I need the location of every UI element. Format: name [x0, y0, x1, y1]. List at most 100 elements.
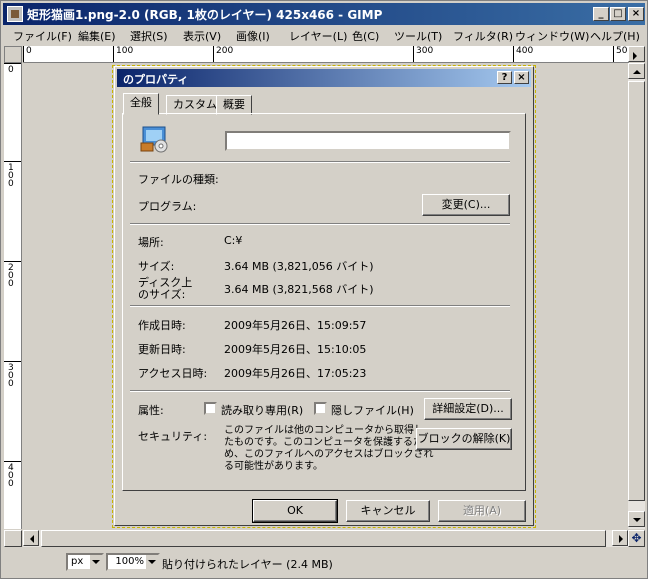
advanced-button[interactable]: 詳細設定(D)... — [424, 398, 512, 420]
help-button[interactable]: ? — [497, 71, 512, 84]
scroll-right-button[interactable] — [612, 530, 628, 546]
ruler-major-tick — [613, 46, 614, 62]
ruler-label: 0 — [8, 65, 14, 75]
scroll-down-button[interactable] — [628, 511, 645, 527]
accessed-value: 2009年5月26日、17:05:23 — [224, 367, 367, 380]
readonly-checkbox[interactable] — [204, 402, 217, 415]
security-text: このファイルは他のコンピュータから取得し たものです。このコンピュータを保護する… — [224, 425, 434, 473]
location-label: 場所: — [138, 236, 164, 249]
navigate-icon[interactable]: ✥ — [628, 530, 645, 547]
ruler-label: 50 — [616, 46, 628, 56]
menu-arrow-icon — [633, 52, 641, 60]
gimp-window: 矩形猫画1.png-2.0 (RGB, 1枚のレイヤー) 425x466 - G… — [0, 0, 648, 579]
ruler-major-tick — [4, 161, 21, 162]
separator — [130, 305, 510, 307]
ruler-major-tick — [4, 63, 21, 64]
tab-general[interactable]: 全般 — [123, 93, 159, 115]
file-type-label: ファイルの種類: — [138, 173, 219, 186]
vertical-scroll-thumb[interactable] — [628, 81, 645, 501]
hidden-label[interactable]: 隠しファイル(H) — [331, 402, 414, 418]
status-message: 貼り付けられたレイヤー (2.4 MB) — [162, 558, 333, 571]
menu-filters[interactable]: フィルタ(R) — [453, 28, 513, 44]
zoom-value: 100% — [115, 556, 144, 567]
created-value: 2009年5月26日、15:09:57 — [224, 319, 367, 332]
chevron-down-icon — [146, 555, 158, 569]
location-value: C:¥ — [224, 234, 243, 247]
change-button[interactable]: 変更(C)... — [422, 194, 510, 216]
menu-edit[interactable]: 編集(E) — [78, 28, 116, 44]
security-text-line: たものです。このコンピュータを保護するた — [224, 437, 423, 448]
menu-select[interactable]: 選択(S) — [130, 28, 168, 44]
properties-dialog: のプロパティ ? × 全般 カスタム 概要 ファイルの種類: プログラム: 変更… — [114, 66, 534, 526]
readonly-label[interactable]: 読み取り専用(R) — [221, 402, 303, 418]
menu-colors[interactable]: 色(C) — [352, 28, 379, 44]
menu-file[interactable]: ファイル(F) — [13, 28, 72, 44]
menu-image[interactable]: 画像(I) — [236, 28, 270, 44]
horizontal-scrollbar[interactable] — [23, 530, 628, 547]
vertical-ruler[interactable]: 0 100 200 300 400 — [4, 63, 22, 529]
scroll-left-button[interactable] — [23, 530, 39, 546]
ruler-label: 200 — [216, 46, 234, 56]
security-label: セキュリティ: — [138, 430, 208, 443]
menu-windows[interactable]: ウィンドウ(W) — [515, 28, 589, 44]
separator — [130, 390, 510, 392]
ruler-major-tick — [4, 261, 21, 262]
unit-select[interactable]: px — [66, 553, 104, 571]
maximize-button[interactable]: □ — [610, 7, 626, 21]
dialog-title-bar[interactable]: のプロパティ ? × — [117, 69, 531, 87]
ruler-major-tick — [4, 461, 21, 462]
disk-size-label-line2: のサイズ: — [138, 288, 186, 301]
zoom-select[interactable]: 100% — [106, 553, 160, 571]
ruler-major-tick — [213, 46, 214, 62]
scroll-up-button[interactable] — [628, 63, 645, 79]
title-bar[interactable]: 矩形猫画1.png-2.0 (RGB, 1枚のレイヤー) 425x466 - G… — [3, 3, 645, 25]
ruler-label: 200 — [8, 263, 14, 289]
minimize-button[interactable]: _ — [593, 7, 609, 21]
hidden-checkbox[interactable] — [314, 402, 327, 415]
modified-label: 更新日時: — [138, 343, 186, 356]
cancel-button[interactable]: キャンセル — [346, 500, 430, 522]
status-bar: px 100% 貼り付けられたレイヤー (2.4 MB) — [4, 550, 645, 576]
menu-help[interactable]: ヘルプ(H) — [590, 28, 640, 44]
menu-tools[interactable]: ツール(T) — [394, 28, 442, 44]
unblock-button[interactable]: ブロックの解除(K) — [416, 428, 512, 450]
quick-mask-corner[interactable] — [4, 46, 22, 63]
tab-summary[interactable]: 概要 — [216, 95, 252, 115]
zoom-fit-button[interactable] — [4, 530, 22, 547]
ruler-label: 300 — [8, 363, 14, 389]
ruler-major-tick — [513, 46, 514, 62]
program-label: プログラム: — [138, 200, 197, 213]
ruler-label: 100 — [116, 46, 134, 56]
ruler-major-tick — [23, 46, 24, 62]
disk-size-value: 3.64 MB (3,821,568 バイト) — [224, 283, 374, 296]
dialog-close-button[interactable]: × — [514, 71, 529, 84]
ruler-major-tick — [113, 46, 114, 62]
apply-button[interactable]: 適用(A) — [438, 500, 526, 522]
right-arrow-icon — [619, 535, 627, 543]
ok-button[interactable]: OK — [252, 499, 338, 523]
ruler-label: 300 — [416, 46, 434, 56]
size-value: 3.64 MB (3,821,056 バイト) — [224, 260, 374, 273]
file-name-input[interactable] — [225, 131, 511, 151]
ruler-major-tick — [4, 361, 21, 362]
left-arrow-icon — [26, 535, 34, 543]
horizontal-scroll-thumb[interactable] — [41, 530, 606, 547]
close-button[interactable]: × — [628, 7, 644, 21]
ruler-label: 400 — [516, 46, 534, 56]
accessed-label: アクセス日時: — [138, 367, 208, 380]
horizontal-ruler[interactable]: 0 100 200 300 400 50 — [23, 46, 629, 63]
separator — [130, 223, 510, 225]
menu-arrow-button[interactable] — [628, 46, 645, 62]
unit-value: px — [71, 556, 84, 567]
up-arrow-icon — [633, 66, 641, 74]
down-arrow-icon — [633, 518, 641, 526]
ruler-label: 0 — [26, 46, 32, 56]
menu-view[interactable]: 表示(V) — [183, 28, 221, 44]
security-text-line: る可能性があります。 — [224, 461, 323, 472]
ruler-label: 100 — [8, 163, 14, 189]
vertical-scrollbar[interactable] — [628, 63, 645, 529]
gimp-app-icon — [7, 6, 23, 22]
dialog-title: のプロパティ — [123, 73, 189, 86]
menu-layer[interactable]: レイヤー(L) — [289, 28, 347, 44]
security-text-line: このファイルは他のコンピュータから取得し — [224, 425, 424, 436]
